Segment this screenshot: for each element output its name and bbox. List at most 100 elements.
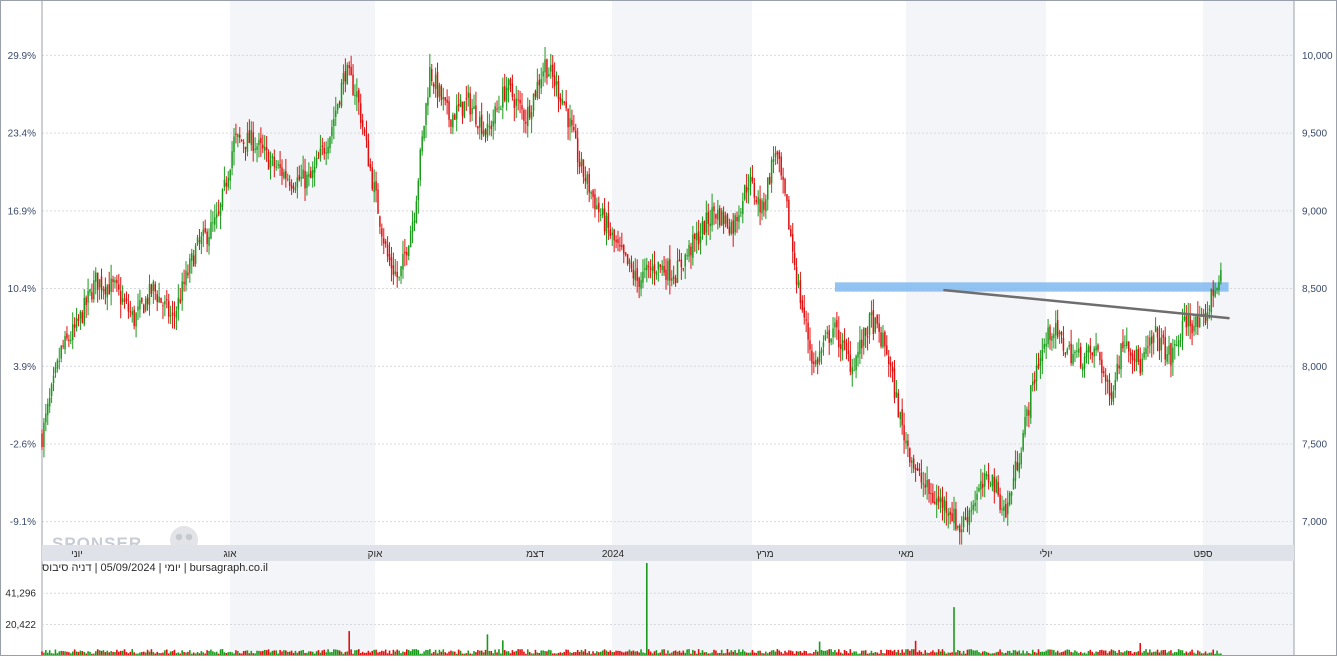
candle-body [162, 305, 164, 307]
volume-bar [379, 651, 381, 655]
candle-body [95, 272, 97, 282]
candle-body [527, 106, 529, 127]
volume-bar [146, 649, 149, 655]
volume-bar [937, 649, 940, 655]
candle-body [968, 510, 971, 525]
candle-body [396, 271, 398, 278]
candle-body [1041, 349, 1044, 362]
candle-body [144, 298, 147, 311]
volume-bar [887, 650, 890, 655]
candle-body [982, 483, 984, 488]
volume-bar [644, 653, 646, 655]
volume-bar [141, 652, 143, 655]
volume-bar [647, 649, 650, 655]
volume-bar [473, 651, 475, 655]
volume-bar [158, 652, 160, 655]
volume-bar [759, 650, 761, 655]
volume-bar [870, 650, 873, 655]
candle-body [275, 166, 277, 168]
candle-body [265, 147, 268, 151]
candle-body [601, 208, 604, 216]
volume-bar [548, 649, 550, 655]
volume-bar [532, 653, 535, 655]
candle-body [672, 276, 675, 279]
candle-body [252, 132, 254, 152]
volume-bar [934, 652, 936, 655]
candle-body [934, 501, 936, 504]
candle-body [233, 136, 235, 152]
volume-bar [377, 652, 379, 655]
volume-bar [955, 652, 957, 655]
candle-body [179, 299, 181, 303]
candle-body [440, 86, 443, 101]
volume-bar [1200, 653, 1203, 655]
candle-body [388, 254, 391, 261]
volume-bar [776, 649, 779, 655]
candle-body [381, 228, 383, 237]
volume-bar [409, 651, 412, 655]
volume-bar [215, 651, 218, 655]
volume-bar [375, 649, 377, 655]
candle-body [548, 74, 550, 77]
candle-body [454, 114, 456, 120]
volume-bar [102, 650, 105, 655]
volume-bar [966, 649, 969, 655]
candle-body [292, 186, 295, 189]
volume-bar [1152, 651, 1155, 655]
volume-bar [715, 650, 717, 655]
candle-body [843, 340, 846, 343]
candle-body [273, 156, 276, 167]
volume-bar [290, 650, 293, 655]
volume-bar [279, 649, 281, 655]
candle-body [596, 205, 598, 210]
candle-body [1085, 350, 1088, 358]
volume-bar [1114, 651, 1117, 655]
volume-bar [402, 651, 404, 655]
candle-body [774, 153, 777, 158]
candle-body [517, 99, 519, 101]
volume-bar [630, 651, 633, 655]
volume-bar [580, 649, 583, 655]
candle-body [317, 157, 320, 159]
volume-bar [1068, 649, 1070, 655]
volume-bar [198, 653, 201, 655]
volume-bar [482, 652, 485, 655]
volume-bar [1033, 651, 1036, 655]
volume-bar [1166, 652, 1168, 655]
volume-bar [599, 651, 602, 655]
volume-bar [423, 651, 425, 655]
candle-body [77, 318, 80, 321]
candle-body [584, 177, 587, 182]
candle-body [1039, 358, 1042, 366]
volume-bar [231, 652, 233, 655]
volume-bar [878, 653, 880, 655]
candle-body [926, 479, 928, 488]
volume-bar [534, 649, 537, 655]
volume-bar [573, 652, 575, 655]
volume-bar [659, 652, 662, 655]
volume-bar [964, 653, 967, 655]
volume-bar [162, 652, 164, 655]
volume-bar [1062, 651, 1065, 655]
candle-body [406, 251, 408, 256]
volume-bar [751, 650, 754, 655]
candle-body [1156, 328, 1159, 338]
volume-bar [200, 651, 203, 655]
candle-body [911, 460, 913, 463]
volume-bar [334, 649, 337, 655]
volume-bar [58, 651, 61, 655]
volume-bar [358, 649, 360, 655]
candle-body [187, 272, 189, 276]
volume-bar [89, 651, 91, 655]
candle-body [227, 177, 229, 188]
volume-bar [768, 651, 771, 655]
candle-body [350, 66, 352, 76]
candle-body [429, 67, 431, 97]
candle-body [1014, 461, 1017, 481]
candle-body [480, 114, 483, 134]
volume-bar [603, 649, 606, 655]
y-left-tick: 16.9% [8, 206, 36, 217]
volume-bar [974, 650, 976, 655]
volume-bar [1139, 643, 1142, 655]
volume-bar [678, 650, 681, 655]
